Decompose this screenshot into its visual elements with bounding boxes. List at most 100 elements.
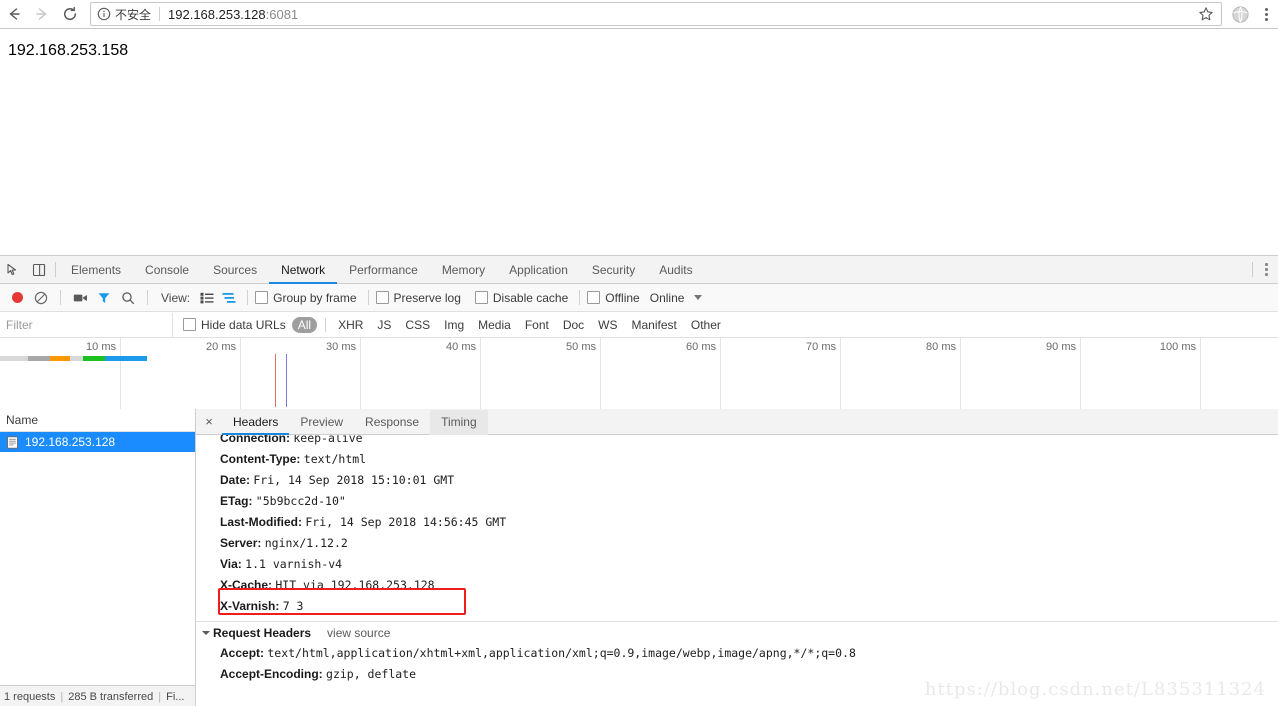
capture-screenshots-icon[interactable]: [68, 292, 92, 304]
header-row: Last-Modified: Fri, 14 Sep 2018 14:56:45…: [196, 512, 1278, 533]
devtools-more-menu-icon[interactable]: [1255, 263, 1278, 276]
devtools-tab-list: Elements Console Sources Network Perform…: [59, 256, 705, 284]
overview-tick-label: 20 ms: [206, 341, 236, 353]
menu-dot: [1264, 12, 1268, 16]
show-overview-icon[interactable]: [218, 292, 240, 304]
filter-doc[interactable]: Doc: [557, 317, 590, 333]
menu-dot: [1264, 7, 1268, 11]
address-bar[interactable]: 不安全 192.168.253.128:6081: [90, 2, 1222, 26]
filter-icon[interactable]: [92, 291, 116, 305]
filter-css[interactable]: CSS: [399, 317, 436, 333]
preserve-log-label: Preserve log: [393, 290, 461, 305]
overview-tick: 60 ms: [600, 338, 721, 411]
request-row[interactable]: 192.168.253.128: [0, 432, 195, 452]
header-value: 7 3: [282, 599, 304, 613]
disable-cache-checkbox[interactable]: Disable cache: [474, 291, 568, 305]
network-filter-row: Hide data URLs All XHR JS CSS Img Media …: [0, 312, 1278, 338]
filter-js[interactable]: JS: [371, 317, 397, 333]
bookmark-star-icon[interactable]: [1195, 3, 1217, 25]
offline-label: Offline: [605, 290, 640, 305]
header-value: keep-alive: [293, 435, 363, 445]
tab-memory[interactable]: Memory: [430, 257, 497, 284]
tab-headers[interactable]: Headers: [222, 410, 290, 435]
header-row: Date: Fri, 14 Sep 2018 15:10:01 GMT: [196, 470, 1278, 491]
tab-preview[interactable]: Preview: [289, 410, 354, 435]
request-headers-section[interactable]: Request Headers view source: [196, 621, 1278, 643]
filter-font[interactable]: Font: [519, 317, 555, 333]
throttling-value[interactable]: Online: [650, 291, 685, 305]
group-by-frame-checkbox[interactable]: Group by frame: [255, 291, 357, 305]
forward-button[interactable]: [28, 0, 56, 28]
large-rows-icon[interactable]: [196, 292, 218, 304]
chevron-down-icon[interactable]: [694, 295, 703, 300]
tab-console[interactable]: Console: [133, 257, 201, 284]
inspect-element-icon[interactable]: [0, 256, 26, 283]
filter-img[interactable]: Img: [438, 317, 470, 333]
overview-tick-label: 100 ms: [1159, 341, 1196, 353]
filter-manifest[interactable]: Manifest: [626, 317, 683, 333]
security-chip[interactable]: 不安全: [97, 6, 151, 23]
header-value: Fri, 14 Sep 2018 15:10:01 GMT: [253, 473, 455, 487]
filter-all[interactable]: All: [291, 316, 318, 333]
overview-segment: [70, 356, 83, 361]
security-label: 不安全: [115, 7, 152, 22]
filter-xhr[interactable]: XHR: [332, 317, 369, 333]
header-name: Connection:: [220, 435, 290, 445]
filter-input[interactable]: [0, 312, 173, 337]
header-row: X-Varnish: 7 3: [196, 596, 1278, 617]
tab-sources[interactable]: Sources: [201, 257, 269, 284]
tab-application[interactable]: Application: [497, 257, 580, 284]
checkbox-box: [255, 291, 269, 304]
offline-checkbox[interactable]: Offline: [587, 290, 640, 305]
record-dot: [11, 292, 23, 303]
overview-segment: [28, 356, 50, 361]
preserve-log-checkbox[interactable]: Preserve log: [375, 290, 461, 305]
filter-media[interactable]: Media: [472, 317, 517, 333]
header-name: X-Varnish:: [220, 599, 280, 613]
hide-data-urls-checkbox[interactable]: Hide data URLs: [183, 318, 286, 332]
devtools-tabbar-right: [1250, 256, 1278, 283]
filter-other[interactable]: Other: [685, 317, 727, 333]
tab-performance[interactable]: Performance: [337, 257, 430, 284]
tab-security[interactable]: Security: [580, 257, 647, 284]
url-text[interactable]: 192.168.253.128:6081: [168, 7, 1195, 22]
tab-audits[interactable]: Audits: [647, 257, 704, 284]
network-overview[interactable]: 10 ms 20 ms 30 ms 40 ms 50 ms 60 ms 70 m…: [0, 338, 1278, 412]
record-button-icon[interactable]: [5, 292, 29, 303]
overview-tick: 100 ms: [1080, 338, 1201, 411]
chrome-menu-icon[interactable]: [1254, 0, 1278, 28]
toggle-device-toolbar-icon[interactable]: [26, 256, 52, 283]
view-source-link[interactable]: view source: [327, 626, 390, 640]
tab-network[interactable]: Network: [269, 257, 338, 284]
search-icon[interactable]: [116, 291, 140, 305]
url-host: 192.168.253.128: [168, 6, 266, 22]
tab-response[interactable]: Response: [354, 410, 430, 435]
filter-ws[interactable]: WS: [592, 317, 623, 333]
header-value: nginx/1.12.2: [264, 536, 348, 550]
extension-icon[interactable]: [1226, 0, 1254, 28]
request-list-header[interactable]: Name: [0, 409, 195, 432]
menu-dot: [1264, 17, 1268, 21]
watermark: https://blog.csdn.net/L835311324: [924, 679, 1266, 700]
clear-button-icon[interactable]: [29, 291, 53, 305]
tab-elements[interactable]: Elements: [59, 257, 133, 284]
omnibox-divider: [159, 7, 161, 21]
headers-content[interactable]: Connection: keep-alive Content-Type: tex…: [196, 435, 1278, 706]
menu-dot: [1265, 263, 1268, 266]
header-value: HIT via 192.168.253.128: [275, 578, 435, 592]
back-button[interactable]: [0, 0, 28, 28]
request-headers-title: Request Headers: [213, 626, 312, 640]
overview-tick-label: 90 ms: [1046, 341, 1076, 353]
overview-tick: 20 ms: [120, 338, 241, 411]
reload-button[interactable]: [56, 0, 84, 28]
overview-segment: [83, 356, 105, 361]
checkbox-box: [474, 291, 488, 304]
header-value: "5b9bcc2d-10": [255, 494, 346, 508]
header-name: Last-Modified:: [220, 515, 302, 529]
header-row: Connection: keep-alive: [196, 435, 1278, 449]
close-icon[interactable]: ×: [196, 409, 222, 434]
resource-type-filters: All XHR JS CSS Img Media Font Doc WS Man…: [291, 316, 729, 333]
detail-tabbar: × Headers Preview Response Timing: [196, 409, 1278, 435]
header-name: ETag:: [220, 494, 253, 508]
tab-timing[interactable]: Timing: [430, 410, 488, 435]
